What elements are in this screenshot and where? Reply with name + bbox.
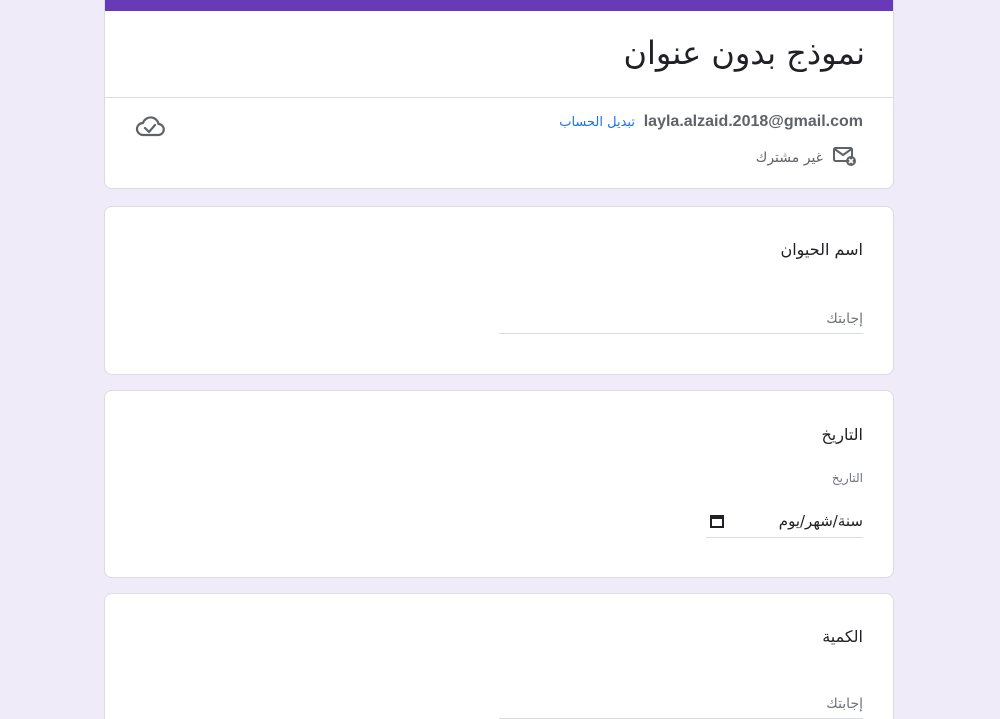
answer-input[interactable]: [499, 690, 863, 719]
form-title: نموذج بدون عنوان: [623, 34, 865, 72]
question-title: اسم الحيوان: [780, 240, 863, 259]
date-placeholder: سنة/شهر/يوم: [778, 512, 863, 530]
mail-x-icon: [833, 146, 857, 170]
question-title: التاريخ: [821, 425, 863, 444]
form-header-card: نموذج بدون عنوان layla.alzaid.2018@gmail…: [104, 0, 894, 189]
switch-account-link[interactable]: تبديل الحساب: [559, 115, 635, 130]
calendar-icon[interactable]: [710, 514, 724, 528]
question-title: الكمية: [822, 627, 863, 646]
cloud-check-icon: [135, 113, 165, 139]
date-sublabel: التاريخ: [831, 471, 863, 485]
not-shared-row: غير مشترك: [756, 146, 857, 170]
not-shared-label: غير مشترك: [755, 150, 823, 166]
theme-accent-bar: [105, 0, 893, 11]
header-divider: [105, 97, 893, 98]
account-email: layla.alzaid.2018@gmail.com: [643, 113, 863, 130]
question-card-date: التاريخ التاريخ سنة/شهر/يوم: [104, 390, 894, 578]
form-page: نموذج بدون عنوان layla.alzaid.2018@gmail…: [0, 0, 1000, 719]
answer-input[interactable]: [499, 305, 863, 334]
question-card-animal-name: اسم الحيوان: [104, 206, 894, 375]
account-row: layla.alzaid.2018@gmail.com تبديل الحساب: [559, 112, 863, 131]
question-card-quantity: الكمية: [104, 593, 894, 719]
date-input[interactable]: سنة/شهر/يوم: [706, 505, 863, 538]
